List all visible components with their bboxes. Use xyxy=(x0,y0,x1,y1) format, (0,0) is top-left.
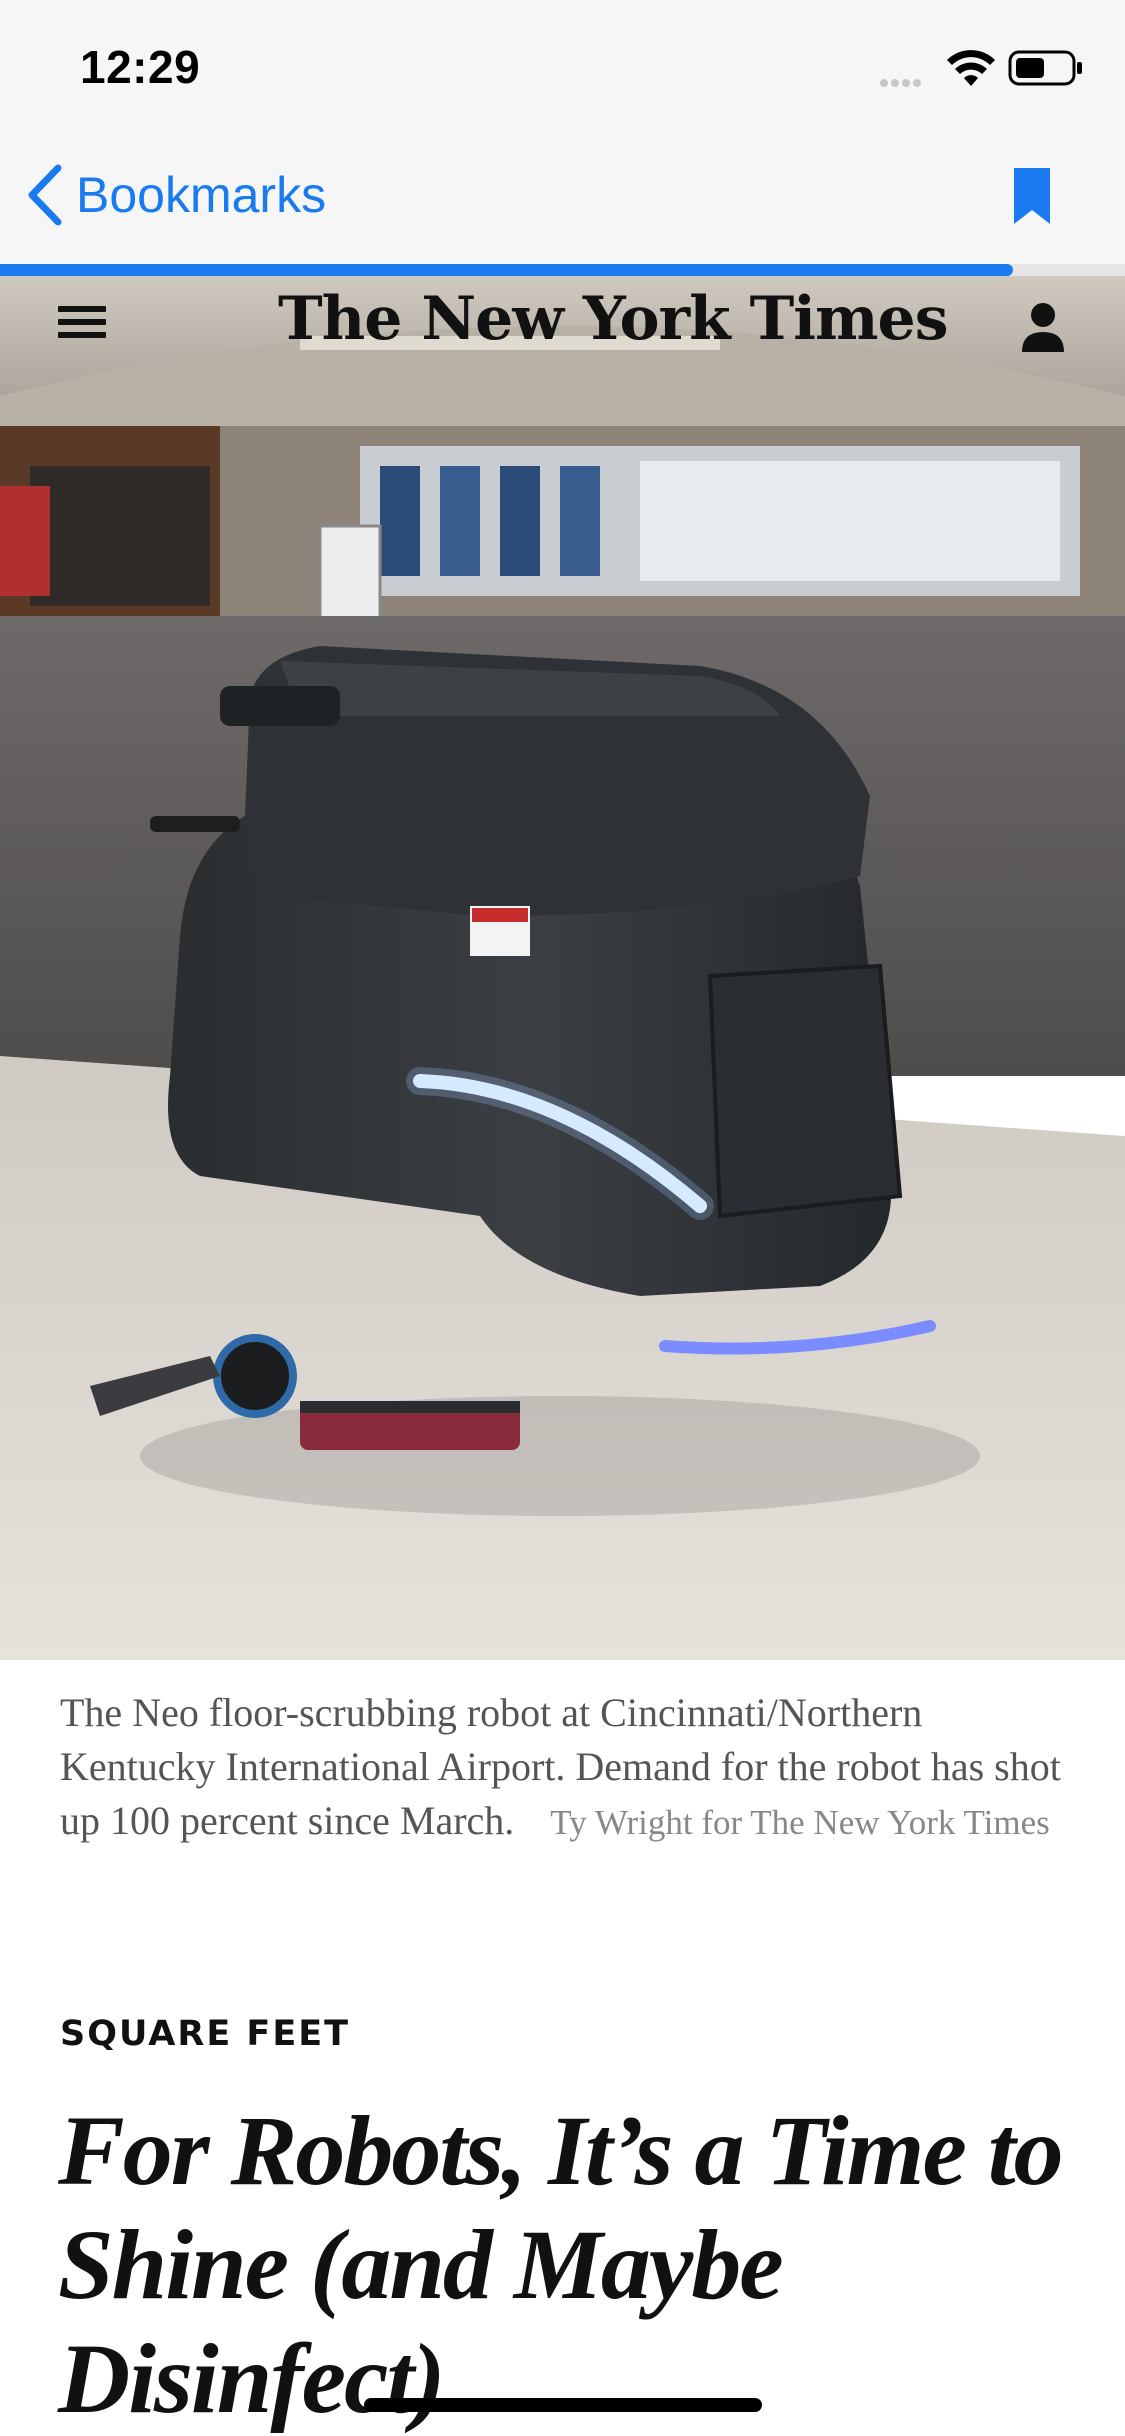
status-bar: 12:29 xyxy=(0,0,1125,130)
image-caption: The Neo floor-scrubbing robot at Cincinn… xyxy=(60,1686,1070,1850)
wifi-icon xyxy=(947,50,995,86)
back-button-label: Bookmarks xyxy=(76,167,327,223)
article-hero-image xyxy=(0,276,1125,1660)
nyt-header: The New York Times xyxy=(0,276,1125,376)
bookmark-filled-icon[interactable] xyxy=(1012,166,1052,226)
back-button[interactable]: Bookmarks xyxy=(24,160,326,230)
home-indicator[interactable] xyxy=(364,2398,762,2412)
section-kicker[interactable]: SQUARE FEET xyxy=(60,2014,350,2054)
photo-credit: Ty Wright for The New York Times xyxy=(550,1803,1050,1842)
person-icon[interactable] xyxy=(1020,298,1066,358)
article-headline: For Robots, It’s a Time to Shine (and Ma… xyxy=(58,2095,1064,2434)
status-time: 12:29 xyxy=(80,41,201,93)
hamburger-menu-icon[interactable] xyxy=(58,306,106,344)
reading-progress-fill xyxy=(0,264,1013,276)
masthead-logo[interactable]: The New York Times xyxy=(278,284,948,354)
battery-icon xyxy=(1008,50,1082,86)
navigation-bar: Bookmarks xyxy=(0,130,1125,267)
signal-dots-icon xyxy=(880,74,934,87)
reading-progress-bar xyxy=(0,264,1125,276)
chevron-left-icon xyxy=(28,164,62,226)
